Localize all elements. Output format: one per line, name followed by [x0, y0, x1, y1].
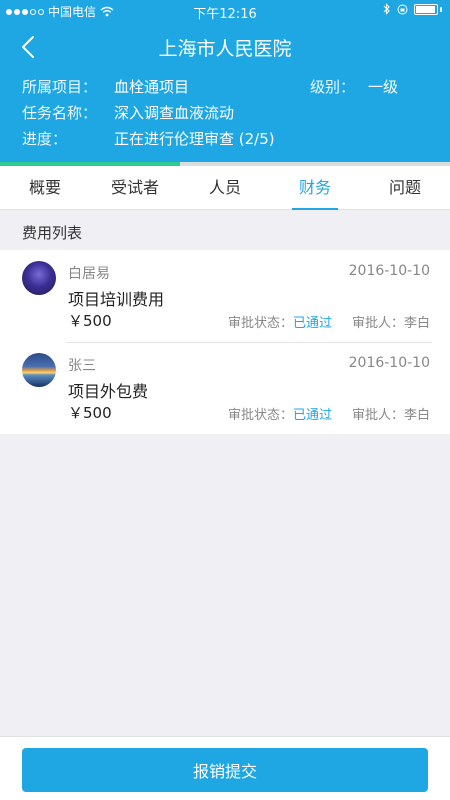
applicant-name: 白居易	[68, 266, 110, 282]
submit-reimbursement-button[interactable]: 报销提交	[22, 748, 428, 792]
expense-title: 项目培训费用	[68, 290, 165, 309]
status-badge: 已通过	[292, 408, 332, 423]
progress-label: 进度：	[22, 130, 68, 148]
avatar	[22, 353, 56, 387]
tab-finance[interactable]: 财务	[270, 166, 360, 210]
tab-personnel[interactable]: 人员	[180, 166, 270, 209]
level-row: 级别： 一级	[310, 76, 398, 97]
list-item[interactable]: 张三 2016-10-10 项目外包费 ￥500 审批状态：已通过 审批人：李白	[0, 342, 450, 434]
task-value: 深入调查血液流动	[114, 104, 235, 122]
tab-subjects[interactable]: 受试者	[90, 166, 180, 209]
status-label: 审批状态：	[227, 316, 293, 331]
approver-label: 审批人：	[351, 408, 404, 423]
approver-name: 李白	[403, 316, 430, 331]
bluetooth-icon	[383, 3, 390, 15]
expense-amount: ￥500	[68, 312, 112, 330]
project-row: 所属项目： 血栓通项目	[22, 76, 189, 97]
expense-title: 项目外包费	[68, 382, 149, 401]
task-row: 任务名称： 深入调查血液流动	[22, 102, 234, 123]
approval-meta: 审批状态：已通过 审批人：李白	[228, 312, 430, 331]
tab-overview[interactable]: 概要	[0, 166, 90, 209]
status-badge: 已通过	[292, 316, 332, 331]
status-label: 审批状态：	[227, 408, 293, 423]
applicant-name: 张三	[68, 358, 96, 374]
expense-date: 2016-10-10	[348, 355, 430, 371]
battery-tip	[440, 6, 442, 12]
status-right	[383, 3, 442, 15]
bottom-bar: 报销提交	[0, 736, 450, 800]
expense-list: 白居易 2016-10-10 项目培训费用 ￥500 审批状态：已通过 审批人：李…	[0, 250, 450, 434]
avatar	[22, 261, 56, 295]
progress-value: 正在进行伦理审查 (2/5)	[114, 130, 275, 148]
approver-name: 李白	[403, 408, 430, 423]
task-label: 任务名称：	[22, 104, 98, 122]
level-value: 一级	[368, 78, 399, 96]
project-label: 所属项目：	[22, 78, 98, 96]
status-bar: 中国电信 下午12:16	[0, 0, 450, 22]
list-item[interactable]: 白居易 2016-10-10 项目培训费用 ￥500 审批状态：已通过 审批人：李…	[0, 250, 450, 342]
header: 中国电信 下午12:16 上海市人民医院 所属项目： 血栓通项目 级别：一级 任…	[0, 0, 450, 162]
level-label: 级别：	[310, 78, 356, 96]
tab-issues[interactable]: 问题	[360, 166, 450, 209]
section-title: 费用列表	[22, 224, 83, 242]
tab-bar: 概要 受试者 人员 财务 问题	[0, 166, 450, 210]
project-value: 血栓通项目	[114, 78, 190, 96]
expense-date: 2016-10-10	[348, 263, 430, 279]
approver-label: 审批人：	[351, 316, 404, 331]
page-title: 上海市人民医院	[158, 38, 292, 60]
expense-amount: ￥500	[68, 404, 112, 422]
progress-row: 进度： 正在进行伦理审查 (2/5)	[22, 128, 275, 149]
approval-meta: 审批状态：已通过 审批人：李白	[228, 404, 430, 423]
rotation-lock-icon	[397, 4, 408, 14]
battery-icon	[414, 3, 438, 15]
